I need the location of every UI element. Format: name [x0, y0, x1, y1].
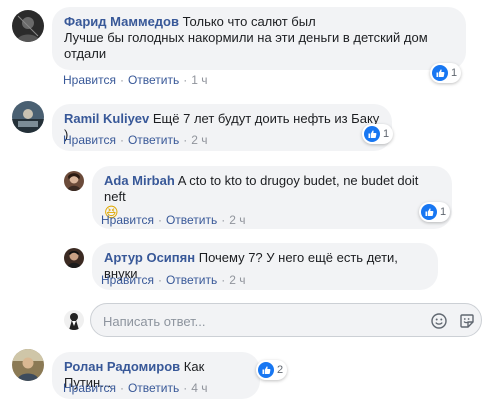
comment-text: Только что салют был — [182, 14, 316, 29]
avatar[interactable] — [12, 349, 44, 381]
comment-actions: Нравится · Ответить · 1 ч — [63, 73, 208, 87]
comment-actions: Нравится · Ответить · 2 ч — [101, 273, 246, 287]
like-icon — [364, 126, 380, 142]
avatar[interactable] — [64, 171, 84, 191]
avatar[interactable] — [12, 101, 44, 133]
comment-author[interactable]: Артур Осипян — [104, 250, 195, 265]
reply-link[interactable]: Ответить — [166, 213, 217, 227]
like-icon — [432, 65, 448, 81]
timestamp[interactable]: 2 ч — [229, 213, 245, 227]
reaction-count: 1 — [440, 206, 447, 218]
timestamp[interactable]: 2 ч — [191, 133, 207, 147]
comment-actions: Нравится · Ответить · 2 ч — [63, 133, 208, 147]
comment-text: Лучше бы голодных накормили на эти деньг… — [64, 30, 428, 45]
reply-box — [90, 303, 482, 337]
reply-link[interactable]: Ответить — [128, 381, 179, 395]
timestamp[interactable]: 1 ч — [191, 73, 207, 87]
sticker-icon[interactable] — [459, 313, 475, 329]
comment-actions: Нравится · Ответить · 4 ч — [63, 381, 208, 395]
avatar[interactable] — [12, 10, 44, 42]
avatar[interactable] — [64, 248, 84, 268]
avatar — [64, 310, 84, 330]
reaction-count: 2 — [277, 364, 284, 376]
comment-bubble: Фарид Маммедов Только что салют был Лучш… — [52, 7, 466, 70]
reply-input[interactable] — [103, 312, 423, 330]
like-link[interactable]: Нравится — [63, 73, 116, 87]
like-link[interactable]: Нравится — [101, 213, 154, 227]
reply-link[interactable]: Ответить — [128, 73, 179, 87]
like-icon — [421, 204, 437, 220]
timestamp[interactable]: 4 ч — [191, 381, 207, 395]
like-link[interactable]: Нравится — [63, 381, 116, 395]
reaction-count: 1 — [383, 128, 390, 140]
reply-link[interactable]: Ответить — [166, 273, 217, 287]
reaction-count: 1 — [451, 67, 458, 79]
comment-text: отдали — [64, 46, 107, 61]
comment-author[interactable]: Ada Mirbah — [104, 173, 175, 188]
reaction-badge[interactable]: 2 — [256, 360, 288, 380]
reaction-badge[interactable]: 1 — [430, 63, 462, 83]
reaction-badge[interactable]: 1 — [419, 202, 451, 222]
reply-link[interactable]: Ответить — [128, 133, 179, 147]
reaction-badge[interactable]: 1 — [362, 124, 394, 144]
comment-author[interactable]: Ramil Kuliyev — [64, 111, 149, 126]
like-link[interactable]: Нравится — [101, 273, 154, 287]
comment-author[interactable]: Ролан Радомиров — [64, 359, 180, 374]
smiley-icon[interactable] — [431, 313, 447, 329]
timestamp[interactable]: 2 ч — [229, 273, 245, 287]
comment-author[interactable]: Фарид Маммедов — [64, 14, 179, 29]
like-link[interactable]: Нравится — [63, 133, 116, 147]
like-icon — [258, 362, 274, 378]
comment-actions: Нравится · Ответить · 2 ч — [101, 213, 246, 227]
